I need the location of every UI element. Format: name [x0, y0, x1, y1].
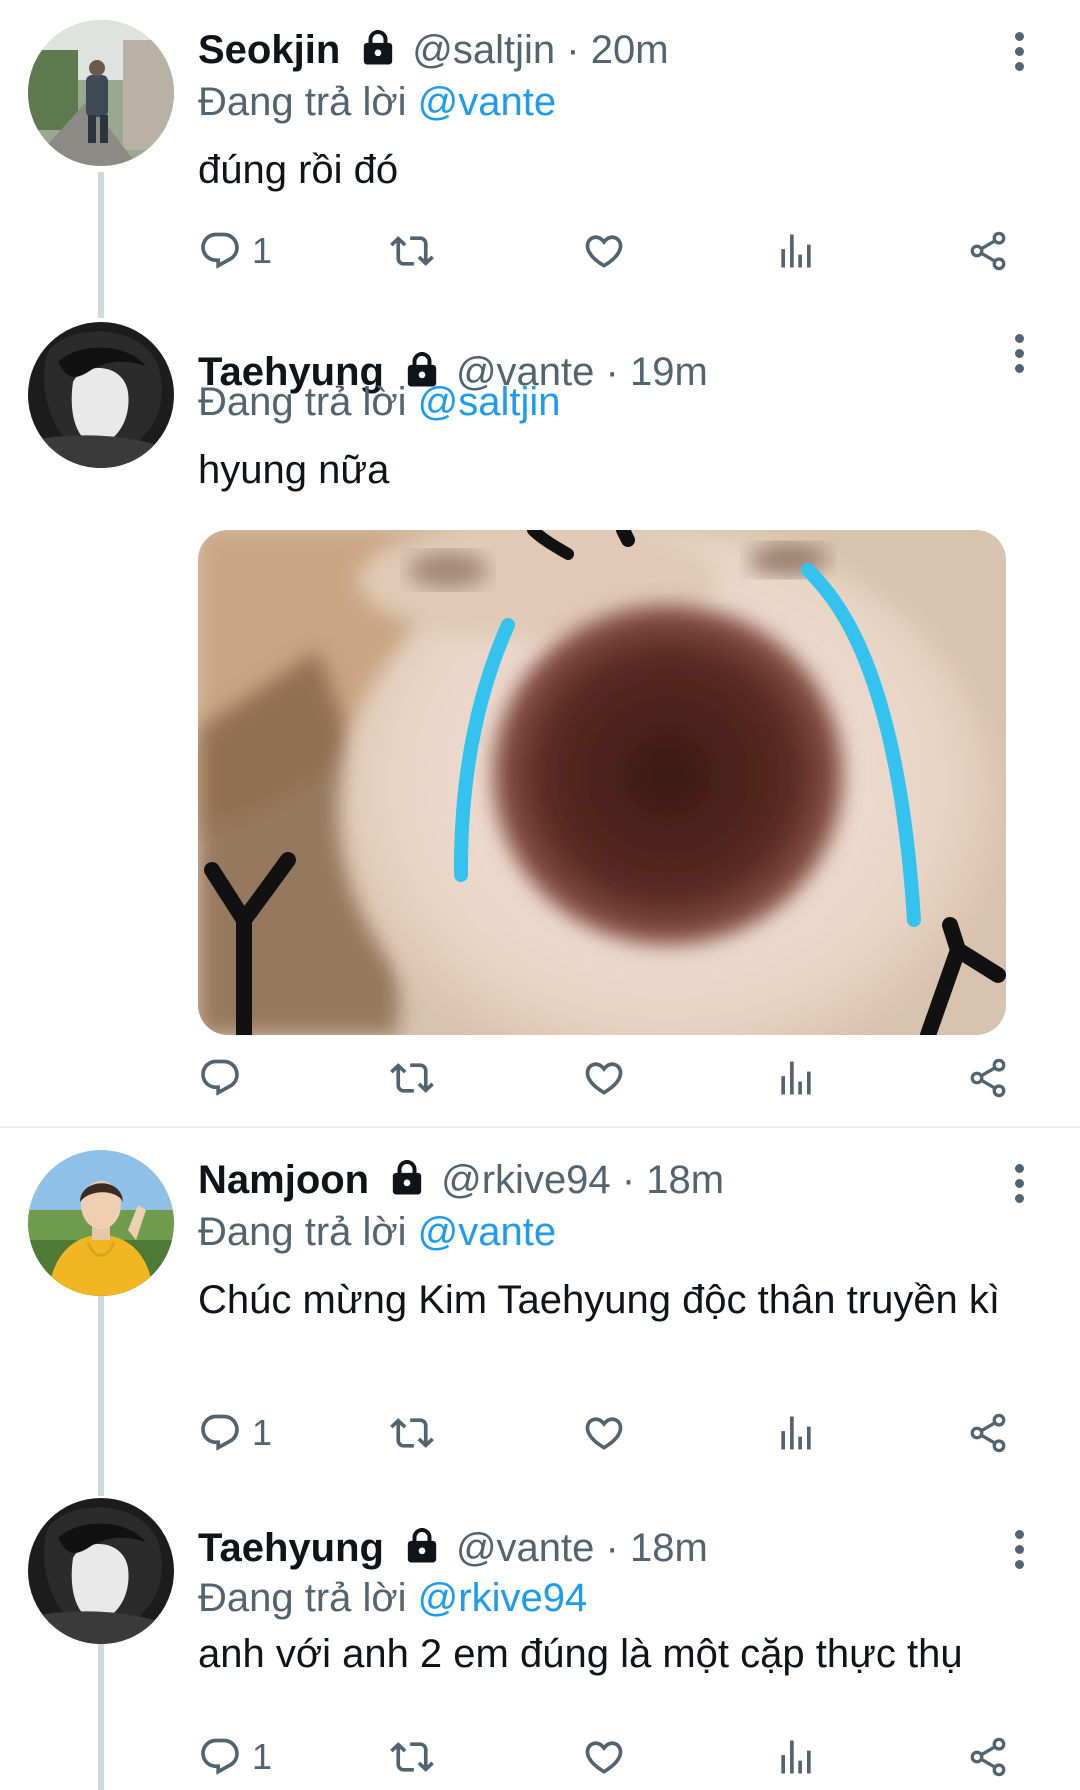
tweet-header: Taehyung @vante · 18m: [198, 1524, 708, 1572]
heart-icon: [582, 1411, 626, 1455]
share-button[interactable]: [966, 1408, 1010, 1458]
handle[interactable]: @vante: [456, 1526, 594, 1570]
retweet-button[interactable]: [390, 226, 434, 276]
share-button[interactable]: [966, 226, 1010, 276]
like-button[interactable]: [582, 1408, 626, 1458]
views-button[interactable]: [774, 1408, 818, 1458]
separator: ·: [605, 350, 619, 394]
lock-icon: [402, 1525, 442, 1565]
tweet-taehyung-2[interactable]: Taehyung @vante · 18m Đang trả lời @rkive…: [0, 1494, 1080, 1790]
tweet-text: Chúc mừng Kim Taehyung độc thân truyền k…: [198, 1278, 1001, 1322]
mention-link[interactable]: @vante: [418, 80, 556, 124]
display-name[interactable]: Namjoon: [198, 1158, 369, 1202]
avatar[interactable]: [28, 20, 174, 166]
tweet-header: Seokjin @saltjin · 20m: [198, 26, 669, 74]
like-button[interactable]: [582, 226, 626, 276]
reply-icon: [198, 1056, 242, 1100]
more-vertical-icon[interactable]: [1010, 334, 1028, 379]
reply-button[interactable]: [198, 1053, 252, 1103]
retweet-icon: [390, 229, 434, 273]
replying-to-label: Đang trả lời: [198, 1210, 418, 1254]
retweet-button[interactable]: [390, 1408, 434, 1458]
replying-to: Đang trả lời @vante: [198, 78, 556, 126]
mention-link[interactable]: @rkive94: [418, 1576, 588, 1620]
views-button[interactable]: [774, 1732, 818, 1782]
retweet-icon: [390, 1735, 434, 1779]
action-bar: 1: [198, 226, 1018, 276]
tweet-text: anh với anh 2 em đúng là một cặp thực th…: [198, 1632, 963, 1676]
action-bar: 1: [198, 1408, 1018, 1458]
replying-to: Đang trả lời @rkive94: [198, 1574, 587, 1622]
action-bar: [198, 1053, 1018, 1103]
replying-to-label: Đang trả lời: [198, 80, 418, 124]
display-name[interactable]: Seokjin: [198, 28, 340, 72]
tweet-text: hyung nữa: [198, 448, 390, 492]
share-icon: [966, 1735, 1010, 1779]
views-icon: [774, 1056, 818, 1100]
tweet-namjoon[interactable]: Namjoon @rkive94 · 18m Đang trả lời @vant…: [0, 1128, 1080, 1494]
action-bar: 1: [198, 1732, 1018, 1782]
display-name[interactable]: Taehyung: [198, 1526, 384, 1570]
separator: ·: [566, 28, 580, 72]
lock-icon: [387, 1157, 427, 1197]
timestamp[interactable]: 20m: [591, 28, 669, 72]
share-icon: [966, 1411, 1010, 1455]
separator: ·: [605, 1526, 619, 1570]
reply-icon: [198, 229, 242, 273]
retweet-icon: [390, 1056, 434, 1100]
avatar[interactable]: [28, 322, 174, 468]
reply-count: 1: [252, 1412, 273, 1453]
more-vertical-icon[interactable]: [1010, 1530, 1028, 1575]
timestamp[interactable]: 18m: [630, 1526, 708, 1570]
views-icon: [774, 1735, 818, 1779]
views-button[interactable]: [774, 226, 818, 276]
views-button[interactable]: [774, 1053, 818, 1103]
replying-to: Đang trả lời @saltjin: [198, 378, 561, 426]
more-vertical-icon[interactable]: [1010, 1164, 1028, 1209]
share-button[interactable]: [966, 1053, 1010, 1103]
share-icon: [966, 1056, 1010, 1100]
like-button[interactable]: [582, 1732, 626, 1782]
timestamp[interactable]: 18m: [646, 1158, 724, 1202]
avatar[interactable]: [28, 1498, 174, 1644]
replying-to-label: Đang trả lời: [198, 1576, 418, 1620]
retweet-icon: [390, 1411, 434, 1455]
lock-icon: [358, 27, 398, 67]
handle[interactable]: @rkive94: [441, 1158, 611, 1202]
views-icon: [774, 229, 818, 273]
reply-button[interactable]: 1: [198, 226, 272, 276]
tweet-seokjin[interactable]: Seokjin @saltjin · 20m Đang trả lời @vant…: [0, 0, 1080, 318]
heart-icon: [582, 1056, 626, 1100]
reply-count: 1: [252, 1736, 273, 1777]
tweet-taehyung[interactable]: Taehyung @vante · 19m Đang trả lời @saltj…: [0, 318, 1080, 1128]
tweet-text: đúng rồi đó: [198, 148, 399, 192]
heart-icon: [582, 229, 626, 273]
replying-to-label: Đang trả lời: [198, 380, 418, 424]
separator: ·: [621, 1158, 636, 1202]
retweet-button[interactable]: [390, 1732, 434, 1782]
reply-count: 1: [252, 230, 273, 271]
timestamp[interactable]: 19m: [630, 350, 708, 394]
handle[interactable]: @saltjin: [412, 28, 555, 72]
replying-to: Đang trả lời @vante: [198, 1208, 556, 1256]
mention-link[interactable]: @saltjin: [418, 380, 561, 424]
share-button[interactable]: [966, 1732, 1010, 1782]
mention-link[interactable]: @vante: [418, 1210, 556, 1254]
views-icon: [774, 1411, 818, 1455]
reply-button[interactable]: 1: [198, 1732, 272, 1782]
tweet-image[interactable]: [198, 530, 1006, 1035]
reply-icon: [198, 1411, 242, 1455]
retweet-button[interactable]: [390, 1053, 434, 1103]
share-icon: [966, 229, 1010, 273]
tweet-header: Namjoon @rkive94 · 18m: [198, 1156, 724, 1204]
avatar[interactable]: [28, 1150, 174, 1296]
reply-icon: [198, 1735, 242, 1779]
heart-icon: [582, 1735, 626, 1779]
like-button[interactable]: [582, 1053, 626, 1103]
more-vertical-icon[interactable]: [1010, 32, 1028, 77]
reply-button[interactable]: 1: [198, 1408, 272, 1458]
